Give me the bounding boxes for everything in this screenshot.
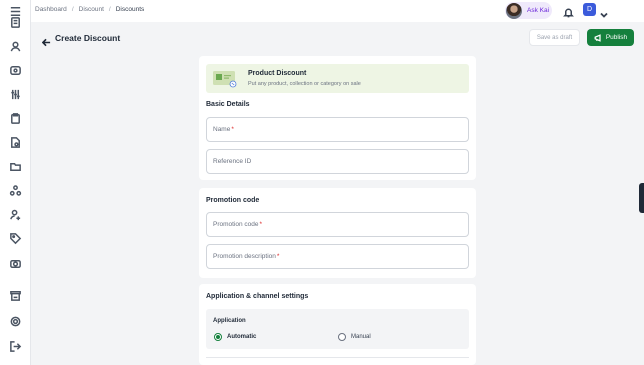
application-label: Application — [213, 318, 246, 324]
breadcrumb-separator: / — [108, 6, 111, 13]
ask-kai-button[interactable]: Ask Kai — [505, 2, 552, 19]
promotion-code-card: Promotion code Promotion code * Promotion… — [199, 188, 476, 278]
document-icon[interactable] — [9, 16, 22, 29]
sidebar — [0, 0, 31, 365]
publish-label: Publish — [605, 34, 628, 41]
file-search-icon[interactable] — [9, 136, 22, 149]
breadcrumb-discounts: Discounts — [115, 6, 145, 13]
logout-icon[interactable] — [9, 340, 22, 353]
megaphone-icon — [594, 33, 601, 42]
basic-details-card: Product Discount Put any product, collec… — [199, 56, 476, 180]
settings-icon[interactable] — [9, 315, 22, 328]
divider — [206, 357, 469, 358]
page-title: Create Discount — [55, 33, 121, 43]
store-icon[interactable] — [9, 289, 22, 302]
folder-icon[interactable] — [9, 160, 22, 173]
sliders-icon[interactable] — [9, 88, 22, 101]
banner-subtitle: Put any product, collection or category … — [248, 81, 361, 87]
promotion-description-placeholder: Promotion description — [213, 253, 276, 260]
channel-settings-title: Application & channel settings — [206, 293, 309, 300]
chevron-down-icon[interactable] — [600, 6, 608, 18]
promotion-code-field[interactable]: Promotion code * — [206, 212, 469, 237]
ask-kai-label: Ask Kai — [527, 7, 550, 14]
user-icon[interactable] — [9, 40, 22, 53]
breadcrumb-dashboard[interactable]: Dashboard — [35, 6, 67, 13]
required-mark: * — [231, 126, 234, 133]
save-draft-button[interactable]: Save as draft — [529, 29, 580, 46]
tag-icon[interactable] — [9, 64, 22, 77]
camera-icon[interactable] — [9, 257, 22, 270]
reference-id-placeholder: Reference ID — [213, 158, 252, 165]
clipboard-icon[interactable] — [9, 112, 22, 125]
publish-button[interactable]: Publish — [587, 29, 634, 46]
reference-id-field[interactable]: Reference ID — [206, 149, 469, 174]
user-avatar[interactable]: D — [583, 3, 596, 16]
promotion-description-field[interactable]: Promotion description * — [206, 244, 469, 269]
banner-title: Product Discount — [248, 70, 307, 77]
radio-checked-icon — [214, 333, 222, 341]
radio-manual-label: Manual — [351, 334, 371, 340]
application-box: Application Automatic Manual — [206, 309, 469, 349]
discount-type-banner: Product Discount Put any product, collec… — [206, 64, 469, 93]
basic-details-title: Basic Details — [206, 101, 250, 108]
bell-icon[interactable] — [563, 5, 574, 18]
radio-manual[interactable]: Manual — [338, 333, 371, 341]
breadcrumb-discount[interactable]: Discount — [79, 6, 104, 13]
name-field[interactable]: Name * — [206, 117, 469, 142]
channel-settings-card: Application & channel settings Applicati… — [199, 284, 476, 365]
required-mark: * — [276, 253, 280, 260]
kai-avatar — [506, 2, 522, 19]
network-icon[interactable] — [9, 184, 22, 197]
radio-automatic-label: Automatic — [227, 334, 257, 340]
radio-automatic[interactable]: Automatic — [214, 333, 256, 341]
required-mark: * — [259, 221, 263, 228]
breadcrumb: Dashboard / Discount / Discounts — [35, 6, 144, 13]
name-placeholder: Name — [213, 126, 231, 133]
breadcrumb-separator: / — [71, 6, 74, 13]
top-header: Dashboard / Discount / Discounts — [31, 0, 644, 22]
side-panel-handle[interactable] — [639, 183, 644, 213]
user-add-icon[interactable] — [9, 208, 22, 221]
promotion-code-title: Promotion code — [206, 197, 260, 204]
back-arrow-icon[interactable] — [41, 34, 51, 47]
product-discount-illustration — [213, 71, 237, 88]
label-icon[interactable] — [9, 232, 22, 245]
promotion-code-placeholder: Promotion code — [213, 221, 259, 228]
radio-unchecked-icon — [338, 333, 346, 341]
